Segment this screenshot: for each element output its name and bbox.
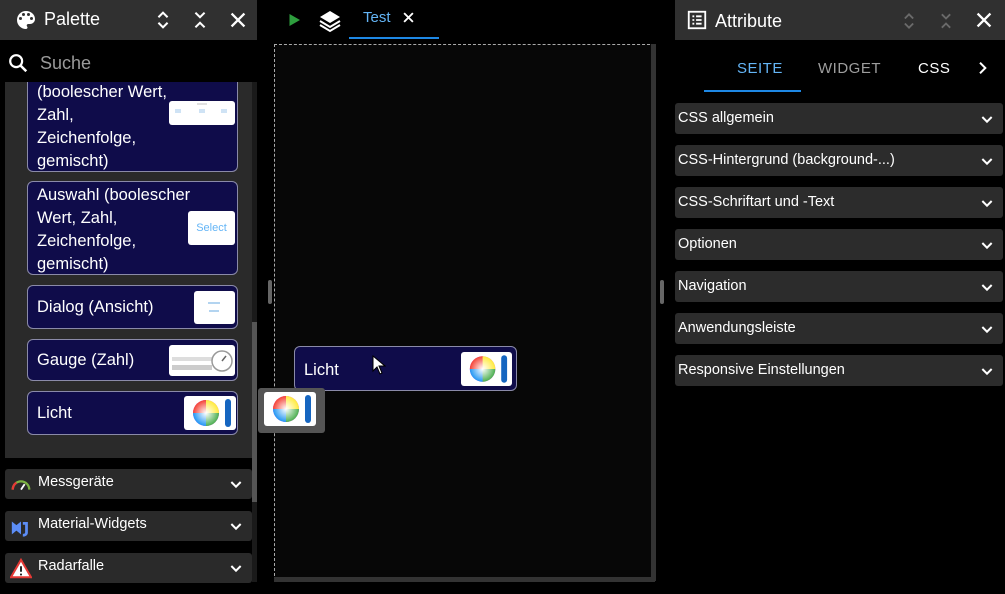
gauge-icon — [10, 474, 32, 496]
card-thumbnail — [169, 345, 235, 376]
collapse-all-icon[interactable] — [189, 9, 211, 31]
left-splitter-handle[interactable] — [268, 280, 272, 304]
widget-card-state[interactable]: (boolescher Wert, Zahl, Zeichenfolge, ge… — [27, 82, 238, 172]
card-thumbnail — [169, 101, 235, 125]
section-label: Navigation — [678, 278, 747, 294]
section-label: Optionen — [678, 236, 737, 252]
card-label: Licht — [37, 404, 72, 422]
drag-preview-thumbnail — [264, 392, 316, 426]
chevron-down-icon — [228, 560, 244, 576]
section-css-schriftart[interactable]: CSS-Schriftart und -Text — [675, 187, 1003, 218]
section-label: Responsive Einstellungen — [678, 362, 845, 378]
search-icon — [7, 52, 29, 74]
editor-canvas[interactable] — [274, 44, 655, 581]
widget-label: Licht — [304, 361, 339, 379]
collapse-all-icon — [936, 10, 956, 32]
tab-test[interactable]: Test — [363, 9, 391, 26]
category-label: Material-Widgets — [38, 516, 147, 532]
tab-seite-indicator — [704, 90, 801, 92]
palette-icon — [14, 8, 38, 32]
card-thumbnail — [184, 396, 236, 430]
section-label: Anwendungsleiste — [678, 320, 796, 336]
section-navigation[interactable]: Navigation — [675, 271, 1003, 302]
chevron-down-icon — [979, 111, 995, 127]
card-label: Dialog (Ansicht) — [37, 298, 154, 316]
category-label: Messgeräte — [38, 474, 114, 490]
select-thumb-text: Select — [196, 222, 227, 234]
canvas-widget-licht[interactable]: Licht — [294, 346, 517, 391]
warning-icon — [10, 558, 32, 580]
chevron-down-icon — [979, 153, 995, 169]
tab-seite[interactable]: SEITE — [737, 60, 783, 77]
chevron-down-icon — [979, 195, 995, 211]
section-responsive[interactable]: Responsive Einstellungen — [675, 355, 1003, 386]
chevron-down-icon — [228, 476, 244, 492]
category-material-widgets[interactable]: Material-Widgets — [5, 511, 252, 541]
material-icon — [10, 516, 32, 538]
close-icon[interactable] — [227, 9, 249, 31]
chevron-down-icon — [979, 279, 995, 295]
section-optionen[interactable]: Optionen — [675, 229, 1003, 260]
category-label: Radarfalle — [38, 558, 105, 574]
tab-test-indicator — [349, 37, 439, 39]
widget-card-select[interactable]: Auswahl (boolescher Wert, Zahl, Zeichenf… — [27, 181, 238, 275]
card-thumbnail — [194, 291, 235, 324]
section-label: CSS-Schriftart und -Text — [678, 194, 835, 210]
section-css-allgemein[interactable]: CSS allgemein — [675, 103, 1003, 134]
drag-preview — [258, 388, 325, 433]
section-anwendungsleiste[interactable]: Anwendungsleiste — [675, 313, 1003, 344]
category-messgeraete[interactable]: Messgeräte — [5, 469, 252, 499]
chevron-right-icon[interactable] — [974, 60, 990, 76]
chevron-down-icon — [979, 237, 995, 253]
card-thumbnail: Select — [188, 211, 235, 245]
widget-card-dialog[interactable]: Dialog (Ansicht) — [27, 285, 238, 329]
section-css-hintergrund[interactable]: CSS-Hintergrund (background-...) — [675, 145, 1003, 176]
expand-all-icon — [899, 10, 919, 32]
tab-close-icon[interactable] — [401, 10, 416, 25]
chevron-down-icon — [979, 363, 995, 379]
widget-thumbnail — [461, 352, 512, 386]
canvas-horizontal-scrollbar[interactable] — [274, 577, 655, 582]
palette-scrollbar-thumb[interactable] — [252, 322, 257, 502]
widget-card-gauge[interactable]: Gauge (Zahl) — [27, 339, 238, 381]
right-splitter-handle[interactable] — [660, 280, 664, 304]
chevron-down-icon — [228, 518, 244, 534]
mouse-cursor-icon — [372, 355, 386, 375]
section-label: CSS allgemein — [678, 110, 774, 126]
tab-widget[interactable]: WIDGET — [818, 60, 881, 77]
palette-header — [0, 0, 257, 40]
play-icon[interactable] — [285, 11, 303, 29]
card-label: (boolescher Wert, Zahl, Zeichenfolge, ge… — [37, 83, 167, 170]
search-input[interactable]: Suche — [40, 53, 91, 74]
tab-css[interactable]: CSS — [918, 60, 950, 77]
expand-all-icon[interactable] — [152, 9, 174, 31]
close-icon[interactable] — [973, 9, 995, 31]
widget-card-licht[interactable]: Licht — [27, 391, 238, 435]
chevron-down-icon — [979, 321, 995, 337]
canvas-vertical-scrollbar[interactable] — [651, 44, 656, 581]
card-label: Auswahl (boolescher Wert, Zahl, Zeichenf… — [37, 186, 191, 273]
attributes-title: Attribute — [715, 11, 783, 31]
category-radarfalle[interactable]: Radarfalle — [5, 553, 252, 583]
section-label: CSS-Hintergrund (background-...) — [678, 152, 895, 168]
card-label: Gauge (Zahl) — [37, 351, 135, 369]
layers-icon[interactable] — [318, 9, 342, 33]
palette-title: Palette — [44, 9, 101, 29]
list-icon — [686, 9, 708, 31]
